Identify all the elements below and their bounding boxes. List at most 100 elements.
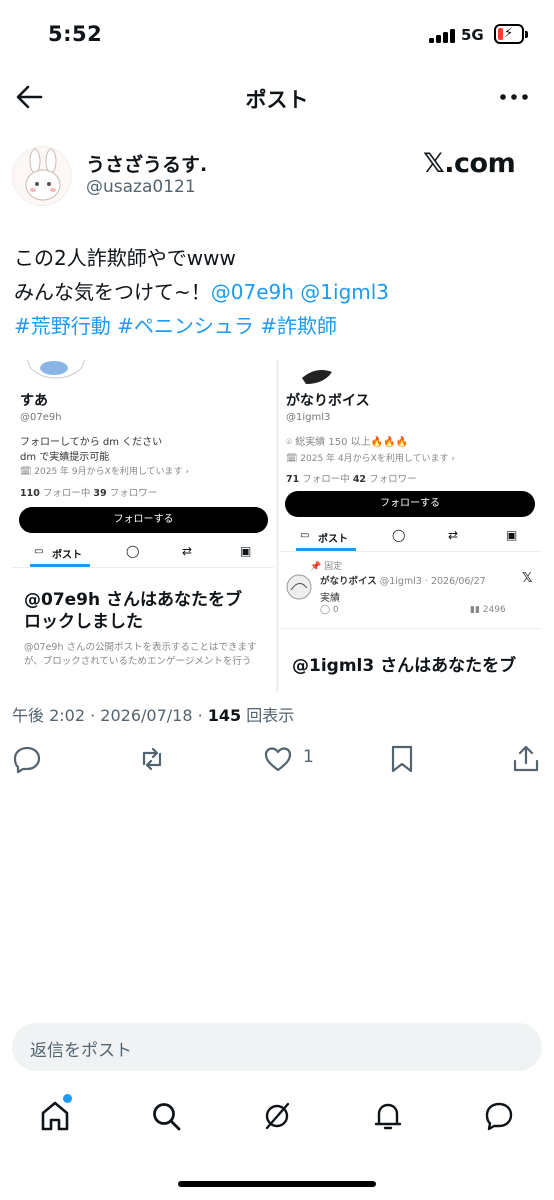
share-icon[interactable] <box>511 744 541 774</box>
source-logo: 𝕏.com <box>423 148 516 179</box>
pinned-label: 📌 固定 <box>310 559 342 572</box>
x-logo-icon: 𝕏 <box>522 571 533 586</box>
block-title-right: @1igml3 さんはあなたをブ <box>292 656 517 676</box>
messages-icon[interactable] <box>484 1100 514 1132</box>
pinned-views: ▮▮ 2496 <box>470 605 506 615</box>
pinned-actions: ◯ 0 <box>320 605 339 615</box>
profile-avatar-fragment <box>27 360 85 379</box>
profile-joined-text: 2025 年 9月からXを利用しています › <box>34 467 190 477</box>
pinned-label-text: 固定 <box>324 562 343 572</box>
profile-bio-right: ⌾ 総実績 150 以上🔥🔥🔥 <box>286 433 408 448</box>
profile-name: すあ <box>20 393 48 409</box>
post-image[interactable]: すあ @07e9h フォローしてから dm ください dm で実績提示可能 🗓 … <box>12 360 542 692</box>
pinned-divider <box>280 628 542 629</box>
battery-icon: ⚡ <box>494 24 524 44</box>
calendar-icon: 🗓 <box>20 467 35 477</box>
reply-icon[interactable] <box>12 744 42 774</box>
avatar[interactable] <box>12 146 72 206</box>
post-line-2-text: みんな気をつけて~！ <box>14 280 211 304</box>
follow-button: フォローする <box>19 507 268 533</box>
follow-button-right: フォローする <box>285 491 535 517</box>
profile-counts: 110 フォロー中 39 フォロワー <box>20 485 157 499</box>
hashtag-link-3[interactable]: #詐欺師 <box>260 314 337 338</box>
author-handle[interactable]: @usaza0121 <box>86 177 196 197</box>
bookmark-icon[interactable] <box>387 744 417 774</box>
following-label-right: フォロー中 <box>302 474 350 485</box>
views-label: 回表示 <box>241 706 295 725</box>
pinned-reply-icon: ◯ 0 <box>320 605 339 615</box>
signal-icon <box>429 27 455 43</box>
home-notification-dot <box>63 1094 72 1103</box>
mention-link-2[interactable]: @1igml3 <box>300 280 389 304</box>
pinned-text: 実績 <box>320 593 340 604</box>
pin-icon: 📌 <box>310 562 325 572</box>
following-count: 110 <box>20 488 40 499</box>
tab-divider-right <box>280 551 542 552</box>
profile-bio-right-text: 総実績 150 以上🔥🔥🔥 <box>295 437 408 448</box>
media-tab-icon: ▣ <box>240 544 252 558</box>
post-text: この2人詐欺師やでwww みんな気をつけて~！@07e9h @1igml3 #荒… <box>14 241 544 343</box>
following-count-right: 71 <box>286 474 300 485</box>
pinned-avatar <box>286 574 312 600</box>
tab-post: ポスト <box>52 550 82 561</box>
profile-name-right: がなりボイス <box>286 393 370 409</box>
profile-tabs: ▭ ポスト ◯ ⇄ ▣ <box>12 538 274 566</box>
hashtag-link-2[interactable]: #ペニンシュラ <box>117 314 254 338</box>
followers-label: フォロワー <box>109 488 158 499</box>
views-icon: ▮▮ <box>470 605 483 615</box>
profile-handle: @07e9h <box>20 412 62 423</box>
repost-icon[interactable] <box>137 744 167 774</box>
following-label: フォロー中 <box>42 488 91 499</box>
profile-joined-right: 🗓 2025 年 4月からXを利用しています › <box>286 451 455 464</box>
post-line-1: この2人詐欺師やでwww <box>14 246 236 270</box>
block-desc-line-2: が、ブロックされているためエンゲージメントを行う <box>24 656 252 667</box>
block-desc-line-1: @07e9h さんの公開ポストを表示することはできます <box>24 642 257 653</box>
pinned-views-count: 2496 <box>482 605 506 615</box>
like-count: 1 <box>303 747 314 767</box>
profile-bio-1: フォローしてから dm ください <box>20 437 163 448</box>
tab-divider <box>12 567 274 568</box>
profile-counts-right: 71 フォロー中 42 フォロワー <box>286 471 417 485</box>
pinned-post-header: がなりボイス @1igml3 · 2026/06/27 <box>320 573 486 587</box>
views-count: 145 <box>207 706 242 725</box>
reply-tab-icon-right: ◯ <box>392 528 406 542</box>
author-name[interactable]: うさざうるす. <box>86 150 207 177</box>
reply-tab-icon: ◯ <box>126 544 140 558</box>
profile-joined-right-text: 2025 年 4月からXを利用しています › <box>300 454 456 464</box>
hashtag-link-1[interactable]: #荒野行動 <box>14 314 111 338</box>
home-icon[interactable] <box>40 1100 70 1132</box>
profile-avatar-fragment-right <box>302 370 332 384</box>
profile-bio-2: dm で実績提示可能 <box>20 452 110 463</box>
image-panel-left: すあ @07e9h フォローしてから dm ください dm で実績提示可能 🗓 … <box>12 360 274 692</box>
post-line-2: みんな気をつけて~！@07e9h @1igml3 <box>14 275 544 309</box>
like-icon[interactable] <box>263 744 293 774</box>
search-icon[interactable] <box>151 1100 181 1132</box>
profile-joined: 🗓 2025 年 9月からXを利用しています › <box>20 464 189 477</box>
network-type: 5G <box>461 26 484 44</box>
tab-post-icon: ▭ <box>34 546 44 557</box>
reply-placeholder: 返信をポスト <box>30 1041 132 1061</box>
followers-count-right: 42 <box>352 474 367 485</box>
image-panel-right: がなりボイス @1igml3 ⌾ 総実績 150 以上🔥🔥🔥 🗓 2025 年 … <box>280 360 542 692</box>
profile-tabs-right: ▭ ポスト ◯ ⇄ ▣ <box>280 522 542 550</box>
home-indicator <box>178 1181 376 1187</box>
location-icon: ⌾ <box>286 437 296 448</box>
repost-tab-icon-right: ⇄ <box>448 528 459 542</box>
grok-icon[interactable] <box>262 1100 292 1132</box>
post-line-3: #荒野行動 #ペニンシュラ #詐欺師 <box>14 309 544 343</box>
block-title-line-1: @07e9h さんはあなたをブ <box>24 590 243 610</box>
mention-link-1[interactable]: @07e9h <box>211 280 294 304</box>
post-timestamp: 午後 2:02 · 2026/07/18 · <box>12 706 208 725</box>
more-options-icon[interactable] <box>498 84 530 110</box>
calendar-icon-right: 🗓 <box>286 454 301 464</box>
page-title: ポスト <box>245 88 309 112</box>
media-tab-icon-right: ▣ <box>506 528 518 542</box>
status-time: 5:52 <box>48 22 103 46</box>
tab-post-icon-right: ▭ <box>300 530 310 541</box>
tab-post-right: ポスト <box>318 534 348 545</box>
notifications-icon[interactable] <box>373 1100 403 1132</box>
pinned-name: がなりボイス <box>320 576 377 587</box>
followers-label-right: フォロワー <box>369 474 417 485</box>
post-meta: 午後 2:02 · 2026/07/18 · 145 回表示 <box>12 702 294 726</box>
battery-tip <box>525 31 528 38</box>
